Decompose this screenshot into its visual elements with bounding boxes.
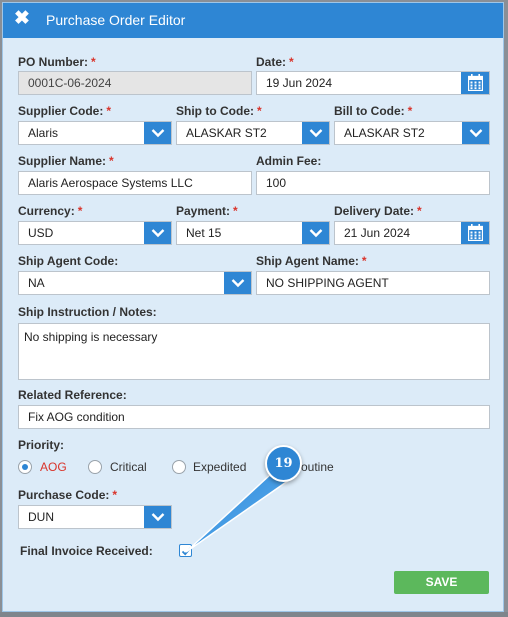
admin-fee-label: Admin Fee: xyxy=(256,154,322,168)
ship-agent-name-label: Ship Agent Name: * xyxy=(256,254,367,268)
dialog-titlebar: ✖ Purchase Order Editor xyxy=(3,3,503,38)
chevron-down-icon[interactable] xyxy=(144,506,171,528)
delivery-date-label: Delivery Date: * xyxy=(334,204,422,218)
ship-agent-name-field[interactable]: NO SHIPPING AGENT xyxy=(256,271,490,295)
ship-instruction-label: Ship Instruction / Notes: xyxy=(18,305,157,319)
chevron-down-icon[interactable] xyxy=(224,272,251,294)
calendar-icon[interactable] xyxy=(461,222,489,244)
currency-label: Currency: * xyxy=(18,204,83,218)
supplier-name-field[interactable]: Alaris Aerospace Systems LLC xyxy=(18,171,252,195)
dialog-title: Purchase Order Editor xyxy=(46,12,186,28)
chevron-down-icon[interactable] xyxy=(144,122,171,144)
purchase-code-select[interactable]: DUN xyxy=(18,505,172,529)
chevron-down-icon[interactable] xyxy=(302,222,329,244)
ship-agent-code-select[interactable]: NA xyxy=(18,271,252,295)
priority-radio-expedited[interactable] xyxy=(172,460,186,474)
po-number-label: PO Number: * xyxy=(18,55,96,69)
ship-instruction-textarea[interactable]: No shipping is necessary xyxy=(18,323,490,380)
final-invoice-checkbox[interactable] xyxy=(179,544,192,557)
ship-to-code-select[interactable]: ALASKAR ST2 xyxy=(176,121,330,145)
priority-critical-label: Critical xyxy=(110,460,147,474)
step-badge: 19 xyxy=(265,445,302,482)
ship-to-code-value: ALASKAR ST2 xyxy=(186,126,267,140)
window-bottom-strip xyxy=(0,612,508,617)
supplier-code-value: Alaris xyxy=(28,126,59,140)
final-invoice-label: Final Invoice Received: xyxy=(20,544,153,558)
ship-agent-code-label: Ship Agent Code: xyxy=(18,254,119,268)
priority-radio-critical[interactable] xyxy=(88,460,102,474)
calendar-icon[interactable] xyxy=(461,72,489,94)
bill-to-code-label: Bill to Code: * xyxy=(334,104,413,118)
po-number-field[interactable]: 0001C-06-2024 xyxy=(18,71,252,95)
date-label: Date: * xyxy=(256,55,294,69)
chevron-down-icon[interactable] xyxy=(462,122,489,144)
admin-fee-field[interactable]: 100 xyxy=(256,171,490,195)
related-reference-label: Related Reference: xyxy=(18,388,127,402)
save-button[interactable]: SAVE xyxy=(394,571,489,594)
currency-select[interactable]: USD xyxy=(18,221,172,245)
chevron-down-icon[interactable] xyxy=(302,122,329,144)
supplier-code-select[interactable]: Alaris xyxy=(18,121,172,145)
priority-routine-label[interactable]: outine xyxy=(301,460,334,474)
delivery-date-field[interactable]: 21 Jun 2024 xyxy=(334,221,490,245)
priority-label: Priority: xyxy=(18,438,65,452)
related-reference-field[interactable]: Fix AOG condition xyxy=(18,405,490,429)
ship-to-code-label: Ship to Code: * xyxy=(176,104,262,118)
close-icon[interactable]: ✖ xyxy=(12,9,32,29)
payment-value: Net 15 xyxy=(186,226,222,240)
priority-radio-aog[interactable] xyxy=(18,460,32,474)
purchase-order-dialog: ✖ Purchase Order Editor PO Number: * 0001… xyxy=(2,2,504,612)
date-field[interactable]: 19 Jun 2024 xyxy=(256,71,490,95)
payment-select[interactable]: Net 15 xyxy=(176,221,330,245)
delivery-date-value: 21 Jun 2024 xyxy=(344,226,411,240)
ship-agent-code-value: NA xyxy=(28,276,45,290)
chevron-down-icon[interactable] xyxy=(144,222,171,244)
priority-expedited-label: Expedited xyxy=(193,460,247,474)
supplier-name-label: Supplier Name: * xyxy=(18,154,114,168)
purchase-code-label: Purchase Code: * xyxy=(18,488,118,502)
currency-value: USD xyxy=(28,226,54,240)
bill-to-code-select[interactable]: ALASKAR ST2 xyxy=(334,121,490,145)
supplier-code-label: Supplier Code: * xyxy=(18,104,112,118)
payment-label: Payment: * xyxy=(176,204,238,218)
priority-aog-label: AOG xyxy=(40,460,67,474)
bill-to-code-value: ALASKAR ST2 xyxy=(344,126,425,140)
purchase-code-value: DUN xyxy=(28,510,54,524)
date-value: 19 Jun 2024 xyxy=(266,76,333,90)
